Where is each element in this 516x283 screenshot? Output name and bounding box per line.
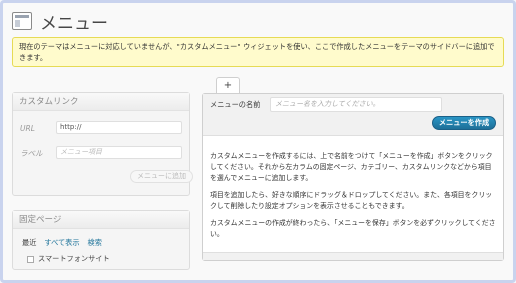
menu-editor-header: メニューの名前 メニュー名を入力してください。 メニューを作成 [203,94,503,136]
pages-box: 固定ページ 最近 すべて表示 検索 スマートフォンサイト [12,210,190,270]
menu-editor-panel: メニューの名前 メニュー名を入力してください。 メニューを作成 カスタムメニュー… [202,93,504,261]
instruction-paragraph: カスタムメニューを作成するには、上で名前をつけて「メニューを作成」ボタンをクリッ… [210,152,493,182]
menu-page-icon [12,12,32,30]
label-label: ラベル [20,149,43,158]
menu-editor-footer [203,252,503,260]
add-menu-tab[interactable]: + [216,77,240,94]
menu-name-label: メニューの名前 [210,100,261,109]
page-item-label: スマートフォンサイト [38,254,110,263]
label-input[interactable]: メニュー項目 [56,146,182,159]
page-list-item[interactable]: スマートフォンサイト [27,254,110,264]
custom-link-box: カスタムリンク URL http:// ラベル メニュー項目 メニューに追加 [12,92,193,196]
instruction-paragraph: カスタムメニューの作成が終わったら、「メニューを保存」ボタンを必ずクリックしてく… [210,219,496,238]
page-header: メニュー [12,10,108,34]
add-to-menu-button[interactable]: メニューに追加 [130,170,193,183]
tab-view-all[interactable]: すべて表示 [44,238,79,248]
custom-link-title[interactable]: カスタムリンク [13,93,189,111]
tab-recent[interactable]: 最近 [22,238,36,248]
menu-instructions: カスタムメニューを作成するには、上で名前をつけて「メニューを作成」ボタンをクリッ… [210,151,498,246]
page-title: メニュー [40,13,108,34]
pages-tabs: 最近 すべて表示 検索 [22,238,102,248]
instruction-paragraph: 項目を追加したら、好きな順序にドラッグ＆ドロップしてください。また、各項目をクリ… [210,191,493,210]
create-menu-button[interactable]: メニューを作成 [432,116,496,130]
page-checkbox[interactable] [27,255,34,263]
url-input[interactable]: http:// [56,121,182,134]
tab-search[interactable]: 検索 [88,238,102,248]
url-label: URL [20,124,35,133]
theme-notice: 現在のテーマはメニューに対応していませんが、"カスタムメニュー" ウィジェットを… [12,37,504,67]
menu-name-input[interactable]: メニュー名を入力してください。 [270,97,442,112]
pages-title[interactable]: 固定ページ [13,211,189,229]
